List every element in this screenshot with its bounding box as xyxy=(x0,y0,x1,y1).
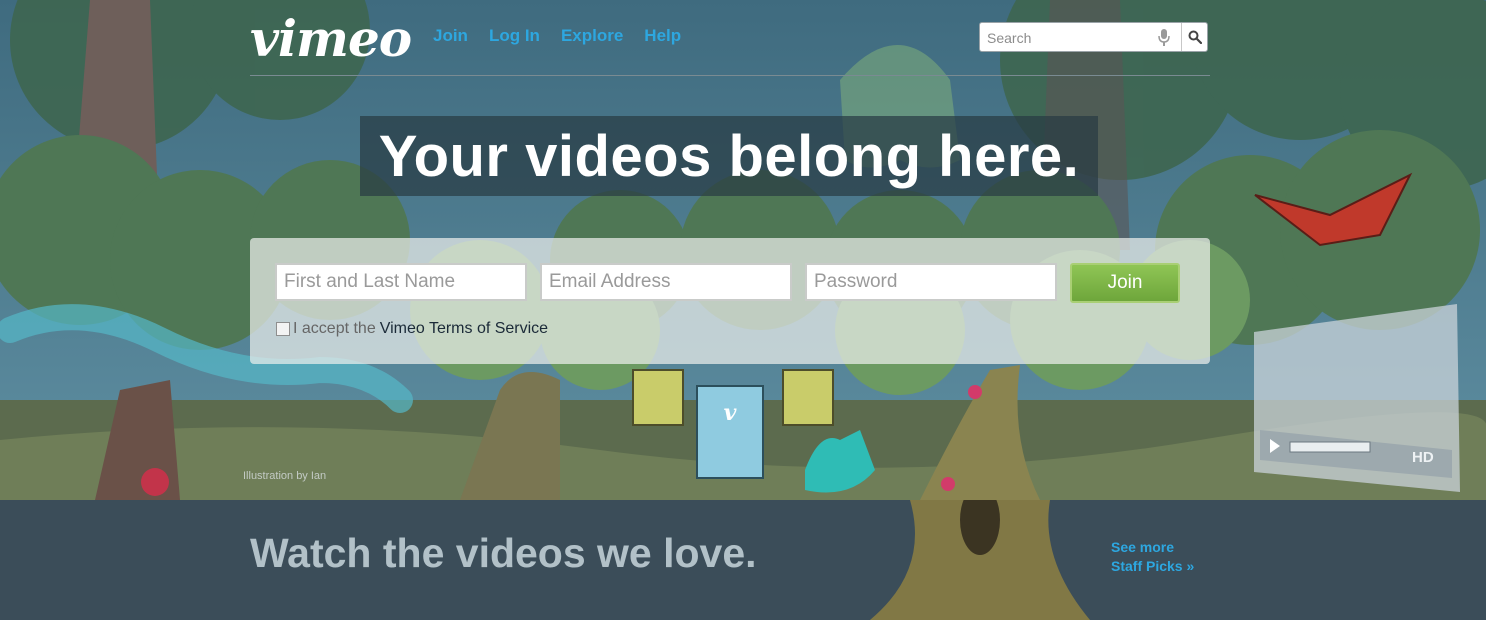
see-more-line2: Staff Picks » xyxy=(1111,558,1195,574)
hd-badge: HD xyxy=(1412,449,1434,466)
microphone-icon[interactable] xyxy=(1157,29,1171,46)
main-nav: Join Log In Explore Help xyxy=(433,26,702,46)
nav-help[interactable]: Help xyxy=(644,26,681,46)
staff-picks-title: Watch the videos we love. xyxy=(250,530,757,576)
nav-explore[interactable]: Explore xyxy=(561,26,623,46)
staff-picks-band: Watch the videos we love. See more Staff… xyxy=(0,500,1486,620)
nav-join[interactable]: Join xyxy=(433,26,468,46)
search-button[interactable] xyxy=(1181,23,1207,51)
search-box xyxy=(979,22,1208,52)
search-input[interactable] xyxy=(985,27,1157,49)
join-button[interactable]: Join xyxy=(1070,263,1180,303)
email-field[interactable] xyxy=(540,263,792,301)
terms-row: I accept the Vimeo Terms of Service xyxy=(276,320,548,338)
vimeo-logo[interactable]: vimeo xyxy=(250,4,412,74)
terms-checkbox[interactable] xyxy=(276,322,290,336)
svg-text:v: v xyxy=(724,400,737,426)
credit-text: Illustration by Ian xyxy=(243,470,327,482)
video-player-illustration: HD xyxy=(1254,304,1460,492)
search-icon xyxy=(1188,30,1202,44)
password-field[interactable] xyxy=(805,263,1057,301)
hero-headline: Your videos belong here. xyxy=(360,116,1098,196)
see-more-staff-picks-link[interactable]: See more Staff Picks » xyxy=(1111,538,1194,576)
see-more-line1: See more xyxy=(1111,539,1175,555)
name-field[interactable] xyxy=(275,263,527,301)
terms-link[interactable]: Vimeo Terms of Service xyxy=(380,320,548,338)
tree-trunk-decoration xyxy=(870,500,1090,620)
illustration-credit: Illustration by Ian xyxy=(243,470,326,482)
site-header: vimeo Join Log In Explore Help xyxy=(250,0,1210,76)
terms-prefix: I accept the xyxy=(293,320,376,337)
signup-form: Join I accept the Vimeo Terms of Service xyxy=(250,238,1210,364)
header-divider xyxy=(250,75,1210,76)
nav-login[interactable]: Log In xyxy=(489,26,540,46)
